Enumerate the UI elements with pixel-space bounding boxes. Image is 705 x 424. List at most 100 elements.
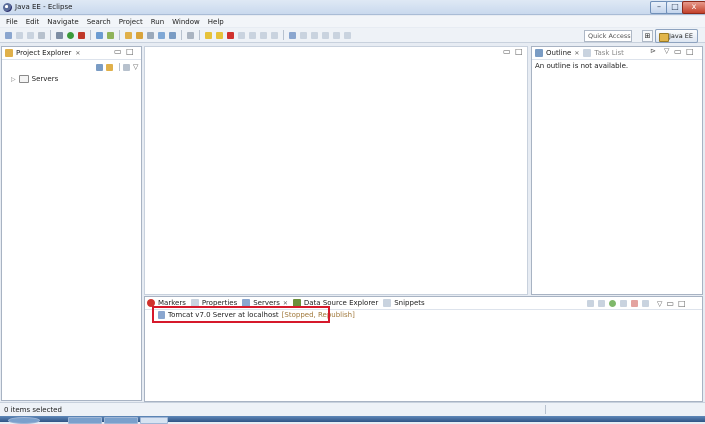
menu-project[interactable]: Project xyxy=(119,18,143,26)
close-button[interactable]: x xyxy=(682,1,705,14)
minimize-view-icon[interactable]: ▭ xyxy=(674,47,682,56)
tab-close-icon[interactable]: ✕ xyxy=(574,50,579,57)
tab-project-explorer[interactable]: Project Explorer xyxy=(16,49,71,57)
debug-server-icon[interactable] xyxy=(598,300,605,307)
view-menu-icon[interactable]: ▽ xyxy=(664,47,669,55)
status-bar: 0 items selected xyxy=(0,402,705,416)
resume-icon[interactable] xyxy=(205,31,212,39)
link-with-editor-icon[interactable] xyxy=(106,63,113,71)
status-separator xyxy=(545,405,546,414)
java-ee-perspective-icon xyxy=(659,33,669,42)
title-bar: Java EE - Eclipse – □ x xyxy=(0,0,705,15)
outline-message: An outline is not available. xyxy=(535,62,629,70)
step-into-icon[interactable] xyxy=(249,31,256,39)
window-title: Java EE - Eclipse xyxy=(15,3,73,11)
menu-window[interactable]: Window xyxy=(172,18,200,26)
maximize-view-icon[interactable]: □ xyxy=(678,299,686,308)
project-explorer-panel: Project Explorer ✕ ▭ □ ▽ ▷ Servers xyxy=(1,46,142,401)
toggle-mark-icon[interactable] xyxy=(187,31,194,39)
menu-bar: File Edit Navigate Search Project Run Wi… xyxy=(0,16,705,27)
step-over-icon[interactable] xyxy=(260,31,267,39)
perspective-label: Java EE xyxy=(669,32,694,40)
toolbar-separator xyxy=(119,30,120,40)
quick-access-input[interactable]: Quick Access xyxy=(584,30,632,42)
collapse-all-icon[interactable] xyxy=(587,300,594,307)
disconnect-icon[interactable] xyxy=(238,31,245,39)
view-menu-icon[interactable]: ▽ xyxy=(657,300,662,308)
tab-outline[interactable]: Outline xyxy=(546,49,571,57)
toolbar-separator xyxy=(199,30,200,40)
maximize-editor-icon[interactable]: □ xyxy=(515,47,523,56)
profile-server-icon[interactable] xyxy=(620,300,627,307)
menu-help[interactable]: Help xyxy=(208,18,224,26)
toolbar-separator xyxy=(50,30,51,40)
annotation-icon[interactable] xyxy=(300,31,307,39)
menu-file[interactable]: File xyxy=(6,18,18,26)
save-all-icon[interactable] xyxy=(27,31,34,39)
java-ee-perspective-button[interactable]: Java EE xyxy=(655,29,698,43)
run-icon[interactable] xyxy=(67,31,74,39)
taskbar-app-button[interactable] xyxy=(104,417,138,424)
show-whitespace-icon[interactable] xyxy=(289,31,296,39)
tree-item-servers[interactable]: ▷ Servers xyxy=(11,75,58,83)
tab-close-icon[interactable]: ✕ xyxy=(75,50,80,57)
prev-annotation-icon[interactable] xyxy=(322,31,329,39)
stop-server-icon[interactable] xyxy=(631,300,638,307)
taskbar-app-button[interactable] xyxy=(140,417,168,424)
new-server-icon[interactable] xyxy=(96,31,103,39)
minimize-view-icon[interactable]: ▭ xyxy=(666,299,674,308)
expand-arrow-icon[interactable]: ▷ xyxy=(11,76,16,83)
open-folder-icon[interactable] xyxy=(136,31,143,39)
minimize-editor-icon[interactable]: ▭ xyxy=(503,47,511,56)
toolbar-separator xyxy=(119,63,120,71)
maximize-view-icon[interactable]: □ xyxy=(126,47,134,56)
open-perspective-button[interactable]: ⊞ xyxy=(642,30,653,42)
toolbar-separator xyxy=(90,30,91,40)
taskbar-app-button[interactable] xyxy=(68,417,102,424)
focus-icon[interactable]: ⊳ xyxy=(650,47,656,55)
toolbar-separator xyxy=(181,30,182,40)
forward-icon[interactable] xyxy=(344,31,351,39)
back-icon[interactable] xyxy=(333,31,340,39)
step-return-icon[interactable] xyxy=(271,31,278,39)
pencil-icon[interactable] xyxy=(147,31,154,39)
toolbar-separator xyxy=(283,30,284,40)
debug-icon[interactable] xyxy=(56,31,63,39)
tree-item-label: Servers xyxy=(31,75,59,83)
suspend-icon[interactable] xyxy=(216,31,223,39)
editor-area: ▭ □ xyxy=(144,46,528,295)
external-tools-icon[interactable] xyxy=(78,31,85,39)
outline-icon xyxy=(535,49,543,57)
print-icon[interactable] xyxy=(38,31,45,39)
menu-navigate[interactable]: Navigate xyxy=(47,18,78,26)
menu-edit[interactable]: Edit xyxy=(26,18,40,26)
project-explorer-toolbar: ▽ xyxy=(96,63,138,71)
save-icon[interactable] xyxy=(16,31,23,39)
new-icon[interactable] xyxy=(5,31,12,39)
publish-icon[interactable] xyxy=(642,300,649,307)
tab-task-list[interactable]: Task List xyxy=(594,49,624,57)
project-explorer-header: Project Explorer ✕ ▭ □ xyxy=(2,47,141,60)
menu-run[interactable]: Run xyxy=(151,18,164,26)
maximize-view-icon[interactable]: □ xyxy=(686,47,694,56)
servers-toolbar: ▽ ▭ □ xyxy=(585,299,686,308)
terminate-icon[interactable] xyxy=(227,31,234,39)
minimize-view-icon[interactable]: ▭ xyxy=(114,47,122,56)
collapse-all-icon[interactable] xyxy=(96,63,103,71)
highlight-box xyxy=(152,306,330,323)
open-type-icon[interactable] xyxy=(125,31,132,39)
start-button[interactable] xyxy=(8,417,40,424)
os-taskbar xyxy=(0,416,705,424)
ant-icon[interactable] xyxy=(169,31,176,39)
snippets-icon xyxy=(383,299,392,307)
view-menu-icon[interactable]: ▽ xyxy=(133,63,138,71)
start-server-icon[interactable] xyxy=(609,300,616,307)
next-annotation-icon[interactable] xyxy=(311,31,318,39)
tab-snippets[interactable]: Snippets xyxy=(394,299,424,307)
menu-search[interactable]: Search xyxy=(87,18,111,26)
status-text: 0 items selected xyxy=(4,405,62,414)
search-icon[interactable] xyxy=(158,31,165,39)
new-class-icon[interactable] xyxy=(107,31,114,39)
focus-icon[interactable] xyxy=(123,63,130,71)
outline-header: Outline ✕ Task List ⊳ ▽ ▭ □ xyxy=(532,47,702,60)
